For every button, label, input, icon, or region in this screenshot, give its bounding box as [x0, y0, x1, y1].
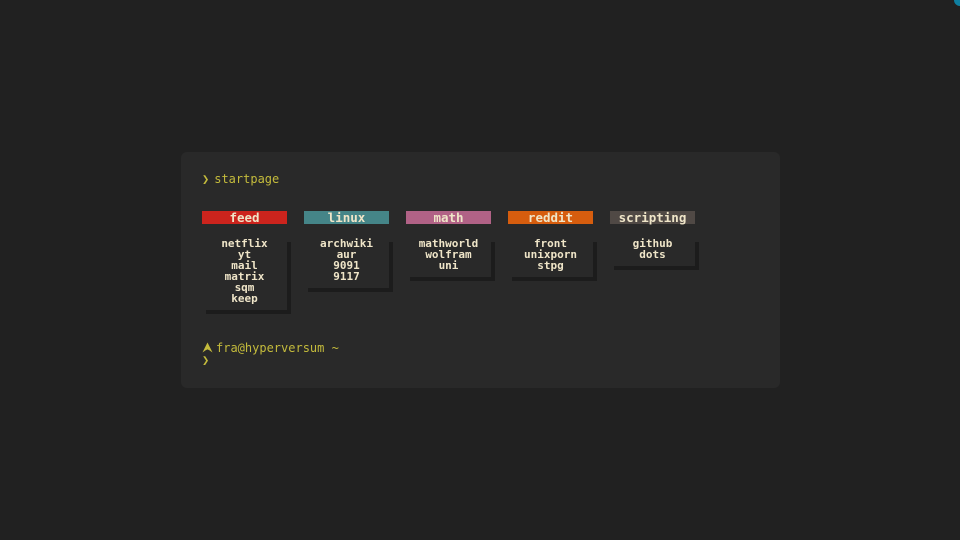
- link-dots[interactable]: dots: [610, 249, 695, 260]
- link-mail[interactable]: mail: [202, 260, 287, 271]
- link-sqm[interactable]: sqm: [202, 282, 287, 293]
- link-front[interactable]: front: [508, 238, 593, 249]
- link-list: github dots: [610, 238, 695, 266]
- arch-linux-icon: [202, 342, 213, 353]
- prompt-chevron: ❯: [202, 172, 210, 186]
- link-yt[interactable]: yt: [202, 249, 287, 260]
- link-list: front unixporn stpg: [508, 238, 593, 277]
- prompt-line: ❯ startpage: [202, 172, 279, 186]
- column-header: feed: [202, 211, 287, 224]
- column-header: scripting: [610, 211, 695, 224]
- column-feed: feed netflix yt mail matrix sqm keep: [202, 211, 287, 310]
- column-reddit: reddit front unixporn stpg: [508, 211, 593, 277]
- link-unixporn[interactable]: unixporn: [508, 249, 593, 260]
- column-header: reddit: [508, 211, 593, 224]
- link-list: archwiki aur 9091 9117: [304, 238, 389, 288]
- link-stpg[interactable]: stpg: [508, 260, 593, 271]
- link-list: netflix yt mail matrix sqm keep: [202, 238, 287, 310]
- link-archwiki[interactable]: archwiki: [304, 238, 389, 249]
- link-keep[interactable]: keep: [202, 293, 287, 304]
- link-wolfram[interactable]: wolfram: [406, 249, 491, 260]
- link-aur[interactable]: aur: [304, 249, 389, 260]
- corner-accent: [954, 0, 960, 6]
- link-netflix[interactable]: netflix: [202, 238, 287, 249]
- input-chevron: ❯: [202, 353, 210, 367]
- link-github[interactable]: github: [610, 238, 695, 249]
- link-9117[interactable]: 9117: [304, 271, 389, 282]
- link-uni[interactable]: uni: [406, 260, 491, 271]
- link-matrix[interactable]: matrix: [202, 271, 287, 282]
- column-linux: linux archwiki aur 9091 9117: [304, 211, 389, 288]
- shell-prompt: fra@hyperversum ~: [202, 341, 339, 355]
- terminal-window: ❯ startpage feed netflix yt mail matrix s…: [181, 152, 780, 388]
- column-header: math: [406, 211, 491, 224]
- user-host: fra@hyperversum ~: [216, 341, 339, 355]
- column-header: linux: [304, 211, 389, 224]
- link-9091[interactable]: 9091: [304, 260, 389, 271]
- link-mathworld[interactable]: mathworld: [406, 238, 491, 249]
- column-scripting: scripting github dots: [610, 211, 695, 266]
- prompt-command: startpage: [214, 172, 280, 186]
- shell-input[interactable]: ❯: [202, 353, 209, 367]
- column-math: math mathworld wolfram uni: [406, 211, 491, 277]
- link-list: mathworld wolfram uni: [406, 238, 491, 277]
